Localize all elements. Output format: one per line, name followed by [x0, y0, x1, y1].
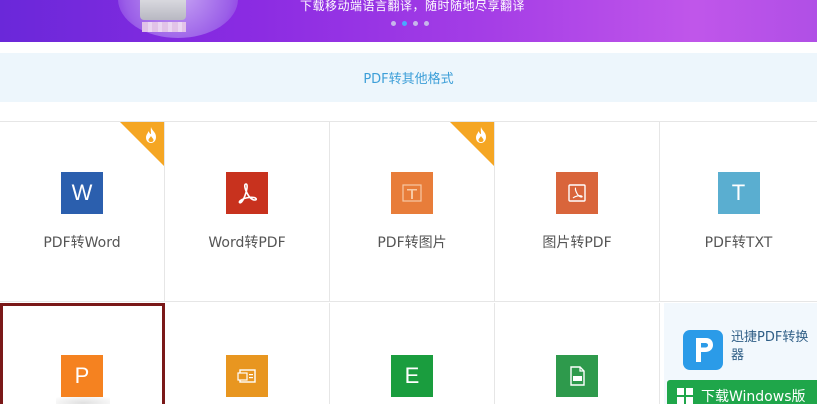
carousel-dots — [391, 21, 429, 26]
download-windows-button[interactable]: 下载Windows版 — [667, 380, 817, 404]
ppt-icon: P — [61, 355, 103, 397]
pdf-image-icon — [391, 172, 433, 214]
tool-grid: W PDF转Word Word转PDF PDF转图片 图片转PDF T PDF转… — [0, 121, 817, 404]
section-title: PDF转其他格式 — [363, 72, 454, 87]
tool-excel-to-pdf[interactable] — [495, 303, 660, 404]
tool-ppt-to-pdf[interactable] — [165, 303, 330, 404]
banner-slogan: 下载移动端语言翻译，随时随地尽享翻译 — [300, 0, 526, 13]
tool-label: PDF转TXT — [704, 235, 773, 251]
hot-badge — [120, 122, 164, 166]
flame-icon — [146, 127, 156, 143]
hot-badge — [450, 122, 494, 166]
promo-banner[interactable]: 下载移动端语言翻译，随时随地尽享翻译 — [0, 0, 817, 42]
tool-image-to-pdf[interactable]: 图片转PDF — [495, 122, 660, 302]
carousel-dot-4[interactable] — [424, 21, 429, 26]
phone-illustration — [140, 0, 186, 20]
word-icon: W — [61, 172, 103, 214]
carousel-dot-1[interactable] — [391, 21, 396, 26]
phone-illustration-base — [142, 22, 186, 32]
image-pdf-icon — [556, 172, 598, 214]
tool-label: PDF转Word — [43, 235, 121, 251]
tool-label: Word转PDF — [208, 235, 286, 251]
icon-shadow — [56, 397, 110, 404]
carousel-dot-3[interactable] — [413, 21, 418, 26]
tool-pdf-to-word[interactable]: W PDF转Word — [0, 122, 165, 302]
tool-pdf-to-txt[interactable]: T PDF转TXT — [660, 122, 817, 302]
tool-label: 图片转PDF — [542, 235, 612, 251]
excel-icon: E — [391, 355, 433, 397]
section-header: PDF转其他格式 — [0, 53, 817, 102]
carousel-dot-2[interactable] — [402, 21, 407, 26]
download-promo: 迅捷PDF转换器 下载Windows版 — [664, 303, 817, 404]
pdf-file-icon — [556, 355, 598, 397]
tool-word-to-pdf[interactable]: Word转PDF — [165, 122, 330, 302]
tool-pdf-to-ppt[interactable]: P — [0, 303, 165, 404]
download-label: 下载Windows版 — [701, 389, 806, 404]
tool-pdf-to-image[interactable]: PDF转图片 — [330, 122, 495, 302]
tool-pdf-to-excel[interactable]: E — [330, 303, 495, 404]
txt-icon: T — [717, 172, 760, 214]
windows-icon — [677, 388, 693, 404]
pdf-acrobat-icon — [226, 172, 268, 214]
flame-icon — [476, 127, 486, 143]
tool-label: PDF转图片 — [377, 235, 447, 251]
app-logo-icon[interactable] — [683, 330, 723, 370]
pdf-ppt-icon — [226, 355, 268, 397]
app-name[interactable]: 迅捷PDF转换器 — [731, 329, 811, 365]
